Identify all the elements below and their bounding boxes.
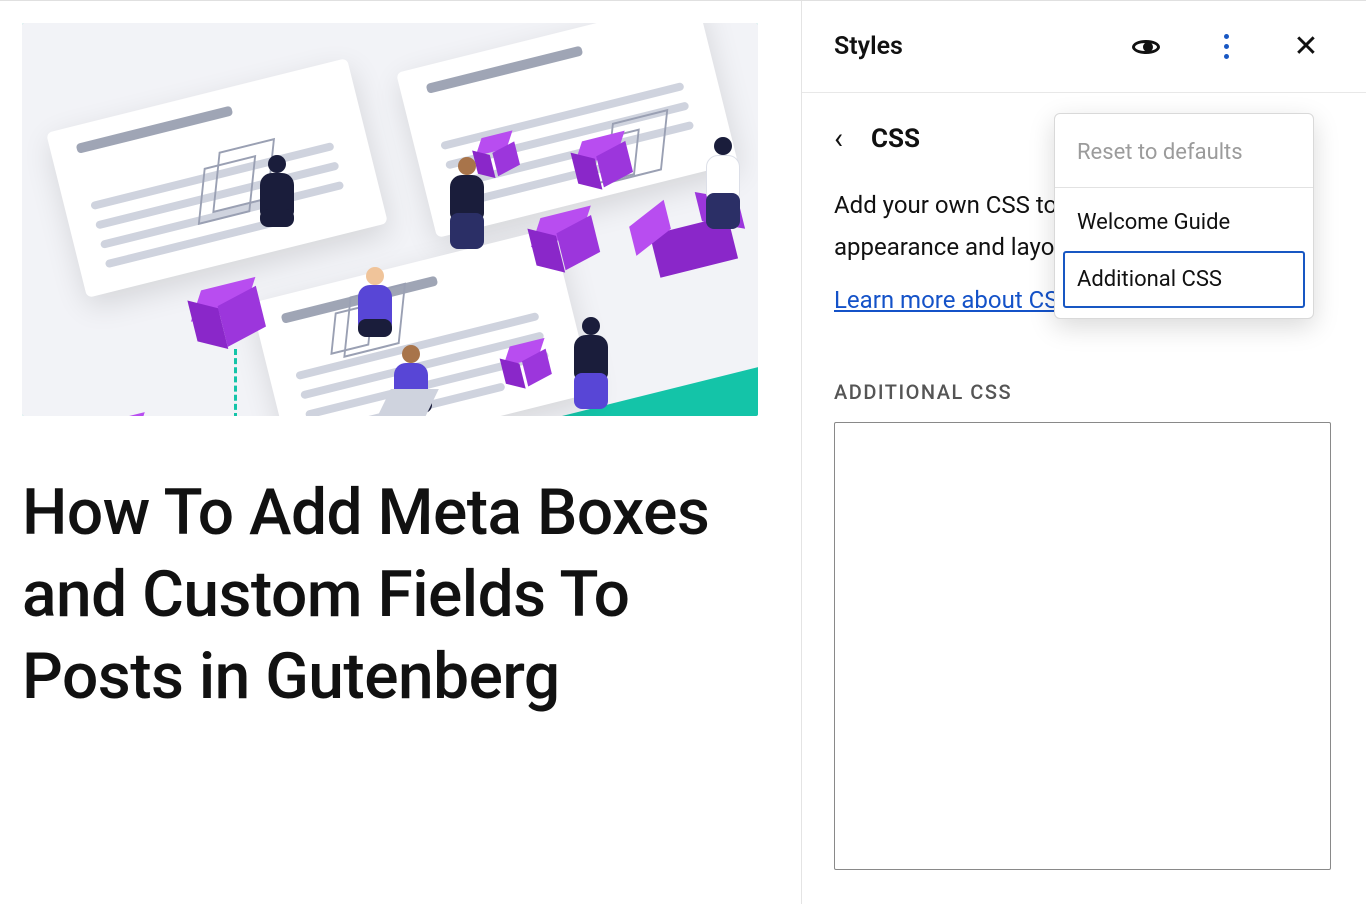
kebab-icon	[1224, 34, 1229, 59]
breadcrumb-label: CSS	[871, 124, 920, 154]
sidebar-header: Styles ✕	[802, 1, 1366, 93]
menu-welcome-guide[interactable]: Welcome Guide	[1063, 194, 1305, 251]
learn-more-link[interactable]: Learn more about CSS	[834, 286, 1073, 314]
menu-separator	[1055, 187, 1313, 188]
close-icon: ✕	[1293, 32, 1318, 62]
menu-reset-defaults: Reset to defaults	[1063, 124, 1305, 181]
eye-icon	[1132, 40, 1160, 54]
additional-css-input[interactable]	[834, 422, 1331, 870]
editor-canvas[interactable]: How To Add Meta Boxes and Custom Fields …	[0, 1, 801, 904]
featured-image[interactable]	[22, 23, 758, 416]
style-book-button[interactable]	[1128, 29, 1164, 65]
post-title[interactable]: How To Add Meta Boxes and Custom Fields …	[22, 472, 762, 718]
close-sidebar-button[interactable]: ✕	[1288, 29, 1324, 65]
styles-sidebar: Styles ✕ ‹ CSS Add your own CSS to custo…	[801, 1, 1366, 904]
back-button[interactable]: ‹	[834, 121, 843, 156]
menu-additional-css[interactable]: Additional CSS	[1063, 251, 1305, 308]
sidebar-actions: ✕	[1128, 29, 1324, 65]
more-menu-button[interactable]	[1208, 29, 1244, 65]
more-menu-dropdown: Reset to defaults Welcome Guide Addition…	[1054, 113, 1314, 319]
sidebar-title: Styles	[834, 32, 903, 61]
additional-css-label: ADDITIONAL CSS	[834, 380, 1334, 404]
app-root: How To Add Meta Boxes and Custom Fields …	[0, 0, 1366, 904]
